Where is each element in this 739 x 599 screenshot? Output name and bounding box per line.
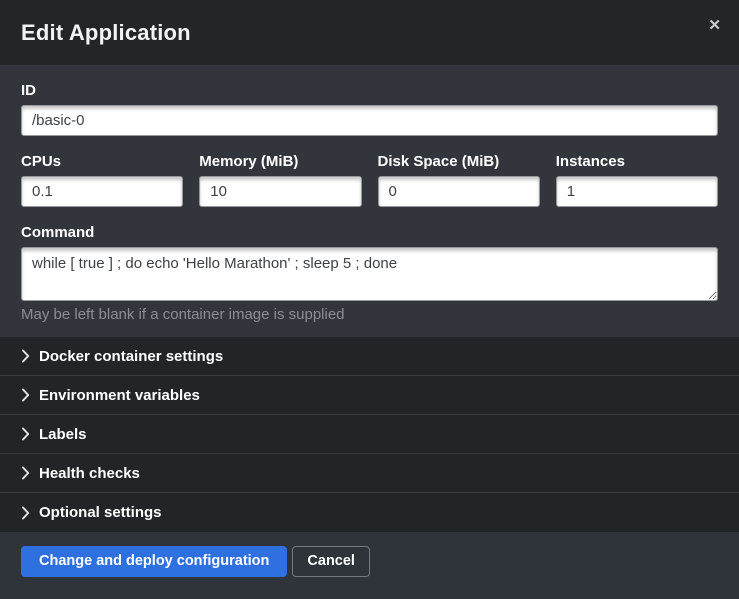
instances-label: Instances: [556, 154, 718, 169]
disk-input[interactable]: [378, 176, 540, 207]
cpus-label: CPUs: [21, 154, 183, 169]
disk-field-group: Disk Space (MiB): [378, 154, 540, 207]
command-field-group: Command while [ true ] ; do echo 'Hello …: [21, 225, 718, 323]
collapsible-sections: Docker container settings Environment va…: [0, 337, 739, 532]
memory-field-group: Memory (MiB): [199, 154, 361, 207]
memory-label: Memory (MiB): [199, 154, 361, 169]
section-labels[interactable]: Labels: [0, 415, 739, 454]
section-label: Docker container settings: [39, 348, 223, 365]
close-icon[interactable]: ✕: [702, 14, 727, 37]
disk-label: Disk Space (MiB): [378, 154, 540, 169]
chevron-right-icon: [21, 466, 30, 480]
section-docker-container-settings[interactable]: Docker container settings: [0, 337, 739, 376]
id-input[interactable]: [21, 105, 718, 136]
chevron-right-icon: [21, 349, 30, 363]
section-label: Environment variables: [39, 387, 200, 404]
form-body: ID CPUs Memory (MiB) Disk Space (MiB) In…: [0, 65, 739, 337]
instances-field-group: Instances: [556, 154, 718, 207]
chevron-right-icon: [21, 427, 30, 441]
command-label: Command: [21, 225, 718, 240]
id-field-group: ID: [21, 83, 718, 136]
section-label: Health checks: [39, 465, 140, 482]
chevron-right-icon: [21, 506, 30, 520]
edit-application-modal: Edit Application ✕ ID CPUs Memory (MiB) …: [0, 0, 739, 599]
cpus-input[interactable]: [21, 176, 183, 207]
id-label: ID: [21, 83, 718, 98]
instances-input[interactable]: [556, 176, 718, 207]
command-help-text: May be left blank if a container image i…: [21, 307, 718, 323]
chevron-right-icon: [21, 388, 30, 402]
section-label: Labels: [39, 426, 87, 443]
section-label: Optional settings: [39, 504, 162, 521]
change-and-deploy-button[interactable]: Change and deploy configuration: [21, 546, 287, 577]
cpus-field-group: CPUs: [21, 154, 183, 207]
section-environment-variables[interactable]: Environment variables: [0, 376, 739, 415]
section-optional-settings[interactable]: Optional settings: [0, 493, 739, 532]
command-textarea[interactable]: while [ true ] ; do echo 'Hello Marathon…: [21, 247, 718, 301]
modal-header: Edit Application ✕: [0, 0, 739, 65]
cancel-button[interactable]: Cancel: [292, 546, 370, 577]
resources-row: CPUs Memory (MiB) Disk Space (MiB) Insta…: [21, 154, 718, 207]
modal-footer: Change and deploy configuration Cancel: [0, 532, 739, 599]
modal-title: Edit Application: [21, 20, 191, 46]
memory-input[interactable]: [199, 176, 361, 207]
section-health-checks[interactable]: Health checks: [0, 454, 739, 493]
